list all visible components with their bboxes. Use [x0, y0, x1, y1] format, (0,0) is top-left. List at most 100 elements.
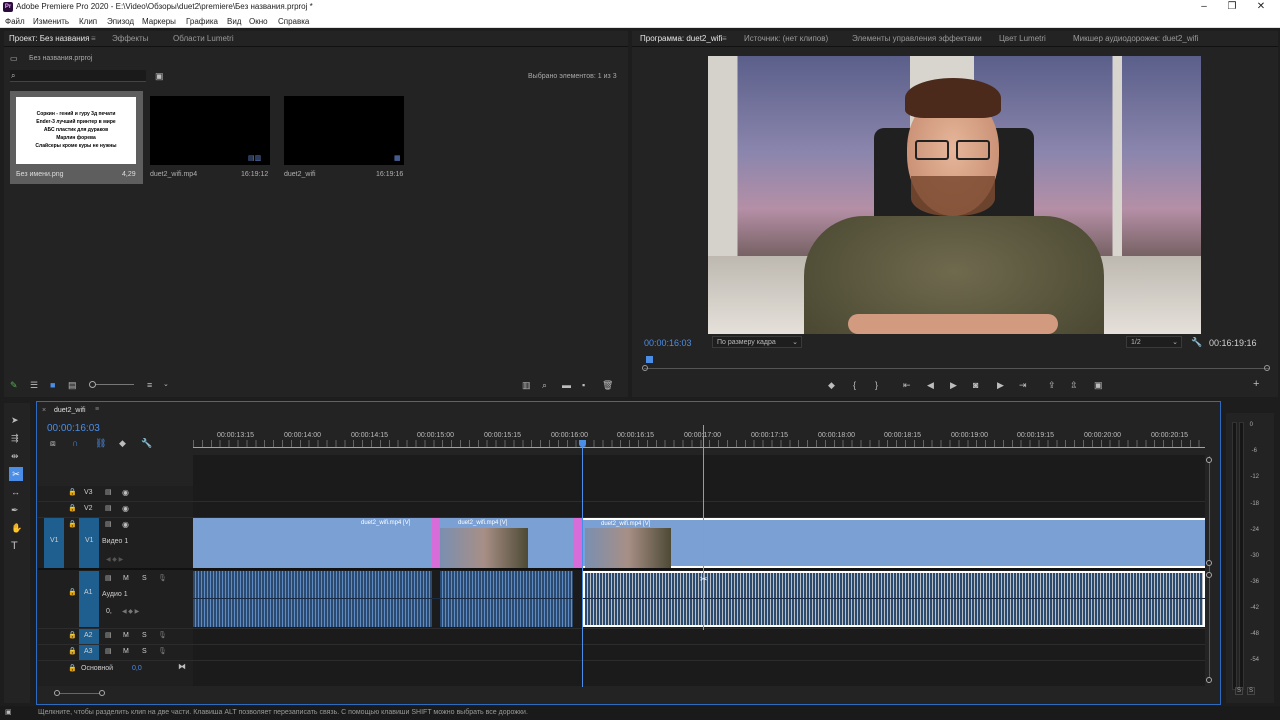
new-bin-icon[interactable]: ▬	[562, 380, 571, 390]
track-target-a1[interactable]: A1	[79, 571, 99, 627]
search-input[interactable]	[10, 70, 146, 82]
hand-tool-icon[interactable]: ✋	[11, 523, 22, 533]
sync-lock-icon[interactable]: ▤	[105, 488, 112, 498]
fit-select[interactable]: По размеру кадра ⌄	[712, 336, 802, 348]
add-button-icon[interactable]: +	[1253, 379, 1259, 390]
icon-view-icon[interactable]: ■	[50, 380, 55, 390]
tab-effects[interactable]: Эффекты	[112, 34, 148, 43]
project-item-mp4[interactable]: ▤▥	[150, 96, 270, 165]
trash-icon[interactable]: 🗑	[602, 380, 613, 390]
keyframe-nav-icon[interactable]: ◀ ◆ ▶	[106, 555, 123, 565]
track-target-v1[interactable]: V1	[79, 518, 99, 568]
wrench-icon[interactable]: 🔧	[141, 438, 152, 448]
playhead-marker[interactable]	[646, 356, 653, 363]
timeline-timecode[interactable]: 00:00:16:03	[47, 423, 100, 434]
lock-icon[interactable]: 🔒	[68, 488, 77, 498]
resolution-select[interactable]: 1/2 ⌄	[1126, 336, 1182, 348]
video-clip-selected[interactable]: duet2_wifi.mp4 [V]	[583, 518, 1205, 568]
wrench-icon[interactable]: 🔧	[1191, 337, 1202, 347]
track-target-a3[interactable]: A3	[79, 645, 99, 660]
solo-button[interactable]: S	[142, 632, 147, 639]
audio-clip-selected[interactable]	[583, 571, 1205, 627]
mute-button[interactable]: M	[123, 648, 129, 655]
track-target-a2[interactable]: A2	[79, 629, 99, 644]
menu-view[interactable]: Вид	[227, 17, 241, 26]
insert-sequence-icon[interactable]: ⧈	[50, 438, 56, 448]
freeform-view-icon[interactable]: ▤	[68, 380, 77, 390]
sort-icon[interactable]: ≡	[147, 380, 152, 390]
eye-icon[interactable]: ◉	[122, 488, 129, 498]
menu-window[interactable]: Окно	[249, 17, 268, 26]
track-label-v2[interactable]: V2	[84, 505, 93, 512]
timeline-playhead-line[interactable]	[582, 447, 583, 687]
work-area-bar[interactable]	[193, 447, 1205, 448]
minimize-icon[interactable]: –	[1197, 1, 1211, 13]
tab-menu-icon[interactable]: ≡	[91, 34, 96, 43]
menu-markers[interactable]: Маркеры	[142, 17, 176, 26]
tab-audio-mixer[interactable]: Микшер аудиодорожек: duet2_wifi	[1073, 34, 1198, 43]
scrub-start-handle[interactable]	[642, 365, 648, 371]
video-frame[interactable]	[708, 56, 1201, 334]
menu-clip[interactable]: Клип	[79, 17, 97, 26]
new-item-icon[interactable]: ▪	[582, 380, 585, 390]
ripple-edit-tool-icon[interactable]: ⇹	[11, 451, 19, 461]
tab-lumetri-color[interactable]: Цвет Lumetri	[999, 34, 1046, 43]
lock-icon[interactable]: 🔒	[68, 588, 77, 598]
add-marker-icon[interactable]: ◆	[828, 380, 835, 390]
linked-selection-icon[interactable]: ⛓	[95, 438, 106, 448]
eye-icon[interactable]: ◉	[122, 520, 129, 530]
mic-icon[interactable]: 🎙	[158, 574, 167, 584]
lock-icon[interactable]: 🔒	[68, 647, 77, 657]
mute-button[interactable]: M	[123, 632, 129, 639]
step-back-icon[interactable]: ◀	[927, 380, 934, 390]
maximize-icon[interactable]: ❐	[1225, 1, 1239, 13]
pencil-icon[interactable]: ✎	[10, 380, 18, 390]
tab-source[interactable]: Источник: (нет клипов)	[744, 34, 828, 43]
tab-menu-icon[interactable]: ≡	[722, 34, 727, 43]
track-select-tool-icon[interactable]: ⇶	[11, 433, 19, 443]
go-to-edit-icon[interactable]: ⧓	[178, 662, 186, 672]
meter-solo-button[interactable]: S	[1235, 687, 1244, 695]
selection-tool-icon[interactable]: ➤	[11, 415, 19, 425]
mark-in-icon[interactable]: {	[853, 380, 856, 390]
meter-solo-button[interactable]: S	[1247, 687, 1256, 695]
tab-menu-icon[interactable]: ≡	[95, 406, 99, 413]
scrub-bar[interactable]	[644, 368, 1269, 369]
tab-program[interactable]: Программа: duet2_wifi	[640, 34, 722, 43]
list-view-icon[interactable]: ☰	[30, 380, 38, 390]
automate-icon[interactable]: ▥	[522, 380, 531, 390]
step-forward-icon[interactable]: ▶	[997, 380, 1004, 390]
video-clip[interactable]: duet2_wifi.mp4 [V]	[193, 518, 432, 568]
mark-out-icon[interactable]: }	[875, 380, 878, 390]
snap-icon[interactable]: ∩	[72, 438, 78, 448]
program-timecode[interactable]: 00:00:16:03	[644, 338, 692, 348]
solo-button[interactable]: S	[142, 648, 147, 655]
zoom-slider-handle[interactable]	[89, 381, 96, 388]
sync-lock-icon[interactable]: ▤	[105, 504, 112, 514]
lock-icon[interactable]: 🔒	[68, 520, 77, 530]
menu-file[interactable]: Файл	[5, 17, 25, 26]
audio-clip[interactable]	[193, 571, 432, 627]
close-icon[interactable]: ✕	[1254, 1, 1268, 13]
audio-clip[interactable]	[440, 571, 573, 627]
timeline-tab[interactable]: duet2_wifi	[54, 407, 86, 414]
play-icon[interactable]: ▶	[950, 380, 957, 390]
extract-icon[interactable]: ⇫	[1070, 380, 1078, 390]
tab-effect-controls[interactable]: Элементы управления эффектами	[852, 34, 982, 43]
go-to-in-icon[interactable]: ⇤	[903, 380, 911, 390]
menu-help[interactable]: Справка	[278, 17, 309, 26]
camera-icon[interactable]: ◙	[973, 380, 978, 390]
menu-sequence[interactable]: Эпизод	[107, 17, 134, 26]
mute-button[interactable]: M	[123, 575, 129, 582]
zoom-slider[interactable]	[90, 384, 134, 385]
project-item-png[interactable]: Соркин - гений и гуру 3д печати Ender-3 …	[10, 91, 143, 184]
lift-icon[interactable]: ⇪	[1048, 380, 1056, 390]
lock-icon[interactable]: 🔒	[68, 631, 77, 641]
go-to-out-icon[interactable]: ⇥	[1019, 380, 1027, 390]
tab-project[interactable]: Проект: Без названия	[9, 34, 89, 43]
solo-button[interactable]: S	[142, 575, 147, 582]
video-clip[interactable]: duet2_wifi.mp4 [V]	[440, 518, 573, 568]
eye-icon[interactable]: ◉	[122, 504, 129, 514]
timeline-playhead-handle[interactable]	[579, 440, 586, 447]
project-item-sequence[interactable]: ▦	[284, 96, 404, 165]
